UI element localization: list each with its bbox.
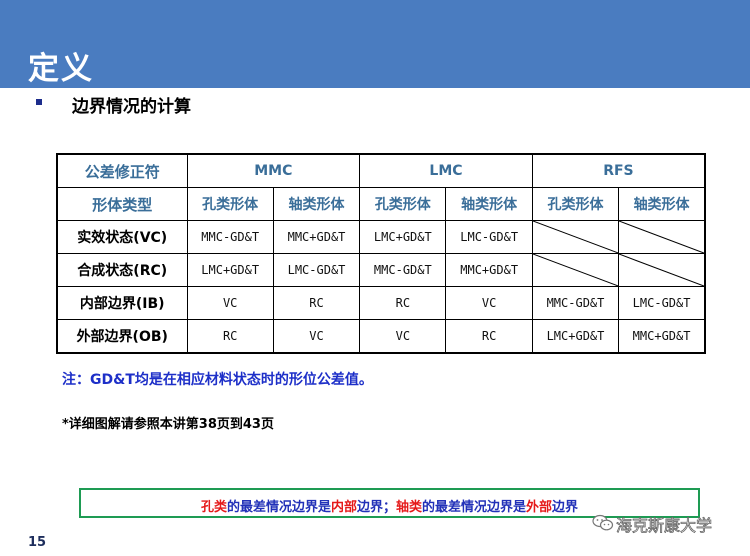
subheader-cell: 孔类形体 <box>186 187 274 221</box>
table-row: 外部边界(OB) RC VC VC RC LMC+GD&T MMC+GD&T <box>56 319 706 354</box>
table-group-row: 公差修正符 MMC LMC RFS <box>56 153 706 188</box>
slide-title: 定义 <box>28 51 94 87</box>
table-cell: LMC-GD&T <box>445 220 533 254</box>
summary-shaft: 轴类 <box>396 500 423 515</box>
summary-text-part: 的最差情况边界是 <box>422 500 527 515</box>
table-cell: LMC-GD&T <box>272 253 361 287</box>
table-row: 实效状态(VC) MMC-GD&T MMC+GD&T LMC+GD&T LMC-… <box>56 220 706 254</box>
slide-header: 定义 <box>0 0 750 88</box>
wechat-icon <box>592 514 614 531</box>
subheader-cell: 轴类形体 <box>272 187 361 221</box>
subheader-cell: 轴类形体 <box>618 187 706 221</box>
table-row: 合成状态(RC) LMC+GD&T LMC-GD&T MMC-GD&T MMC+… <box>56 253 706 287</box>
table-cell: LMC+GD&T <box>186 253 274 287</box>
summary-text-part: 边界； <box>356 500 396 515</box>
summary-text-part: 的最差情况边界是 <box>226 500 331 515</box>
table-cell: VC <box>272 319 361 354</box>
empty-diagonal-cell <box>618 253 706 287</box>
table-cell: LMC+GD&T <box>531 319 620 354</box>
page-number: 15 <box>28 535 47 550</box>
table-cell: RC <box>359 286 447 320</box>
empty-diagonal-cell <box>531 220 620 254</box>
table-note: 注：GD&T均是在相应材料状态时的形位公差值。 <box>62 372 373 388</box>
row-header: 合成状态(RC) <box>56 253 188 287</box>
summary-text: 孔类的最差情况边界是内部边界；轴类的最差情况边界是外部边界 <box>81 496 698 515</box>
table-cell: MMC+GD&T <box>445 253 533 287</box>
table-cell: LMC-GD&T <box>618 286 706 320</box>
summary-outer: 外部 <box>526 500 553 515</box>
bullet-square-icon <box>36 99 42 105</box>
table-cell: MMC+GD&T <box>618 319 706 354</box>
bullet-text: 边界情况的计算 <box>72 97 191 117</box>
reference-note: *详细图解请参照本讲第38页到43页 <box>62 417 274 432</box>
summary-hole: 孔类 <box>200 500 227 515</box>
table-cell: VC <box>186 286 274 320</box>
table-cell: RC <box>445 319 533 354</box>
table-cell: MMC+GD&T <box>272 220 361 254</box>
type-header: 形体类型 <box>56 187 188 221</box>
subheader-cell: 轴类形体 <box>445 187 533 221</box>
boundary-table: 公差修正符 MMC LMC RFS 形体类型 孔类形体 轴类形体 孔类形体 轴类… <box>56 153 706 354</box>
row-header: 外部边界(OB) <box>56 319 188 354</box>
corner-header: 公差修正符 <box>56 153 188 188</box>
watermark-text: 海克斯康大学 <box>616 516 713 536</box>
subheader-cell: 孔类形体 <box>359 187 447 221</box>
table-cell: MMC-GD&T <box>186 220 274 254</box>
summary-inner: 内部 <box>330 500 357 515</box>
table-cell: MMC-GD&T <box>531 286 620 320</box>
table-subheader-row: 形体类型 孔类形体 轴类形体 孔类形体 轴类形体 孔类形体 轴类形体 <box>56 187 706 221</box>
table-cell: VC <box>445 286 533 320</box>
row-header: 实效状态(VC) <box>56 220 188 254</box>
group-header-lmc: LMC <box>359 153 533 188</box>
group-header-mmc: MMC <box>186 153 361 188</box>
empty-diagonal-cell <box>618 220 706 254</box>
table-cell: RC <box>186 319 274 354</box>
table-cell: VC <box>359 319 447 354</box>
empty-diagonal-cell <box>531 253 620 287</box>
table-cell: MMC-GD&T <box>359 253 447 287</box>
group-header-rfs: RFS <box>531 153 706 188</box>
table-cell: RC <box>272 286 361 320</box>
subheader-cell: 孔类形体 <box>531 187 620 221</box>
table-cell: LMC+GD&T <box>359 220 447 254</box>
table-row: 内部边界(IB) VC RC RC VC MMC-GD&T LMC-GD&T <box>56 286 706 320</box>
summary-text-part: 边界 <box>552 500 579 515</box>
row-header: 内部边界(IB) <box>56 286 188 320</box>
